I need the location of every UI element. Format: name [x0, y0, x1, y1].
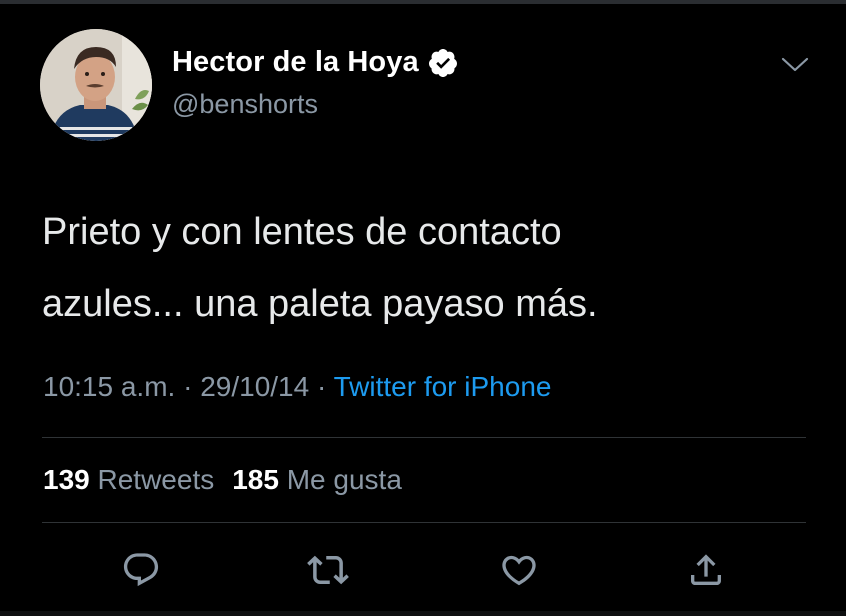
tweet-text: Prieto y con lentes de contacto azules..… — [42, 211, 598, 325]
meta-separator: · — [183, 371, 193, 402]
meta-separator: · — [316, 371, 327, 402]
reply-icon — [123, 553, 159, 587]
retweets-stat[interactable]: 139 Retweets — [43, 464, 214, 495]
tweet-date[interactable]: 29/10/14 — [200, 371, 309, 402]
divider — [42, 437, 806, 438]
tweet-time[interactable]: 10:15 a.m. — [43, 371, 175, 402]
retweet-icon — [307, 555, 349, 585]
tweet-source-link[interactable]: Twitter for iPhone — [334, 371, 552, 402]
retweets-count: 139 — [43, 464, 90, 495]
display-name[interactable]: Hector de la Hoya — [172, 46, 419, 79]
likes-stat[interactable]: 185 Me gusta — [232, 464, 402, 495]
retweets-label: Retweets — [97, 464, 215, 495]
retweet-button[interactable] — [306, 548, 350, 592]
tweet-meta: 10:15 a.m. · 29/10/14 · Twitter for iPho… — [43, 371, 551, 403]
divider — [42, 522, 806, 523]
share-button[interactable] — [684, 548, 728, 592]
like-button[interactable] — [497, 548, 541, 592]
avatar-image — [40, 29, 152, 141]
chevron-down-icon[interactable] — [780, 54, 810, 76]
avatar[interactable] — [40, 29, 152, 141]
bottom-border — [0, 611, 846, 616]
reply-button[interactable] — [119, 548, 163, 592]
tweet-stats: 139 Retweets 185 Me gusta — [43, 464, 402, 496]
like-icon — [502, 555, 536, 586]
top-border — [0, 0, 846, 4]
verified-badge-icon — [427, 47, 459, 79]
share-icon — [691, 554, 721, 585]
likes-label: Me gusta — [286, 464, 402, 495]
likes-count: 185 — [232, 464, 279, 495]
author-handle[interactable]: @benshorts — [172, 89, 318, 120]
author-name-row[interactable]: Hector de la Hoya — [172, 46, 459, 79]
